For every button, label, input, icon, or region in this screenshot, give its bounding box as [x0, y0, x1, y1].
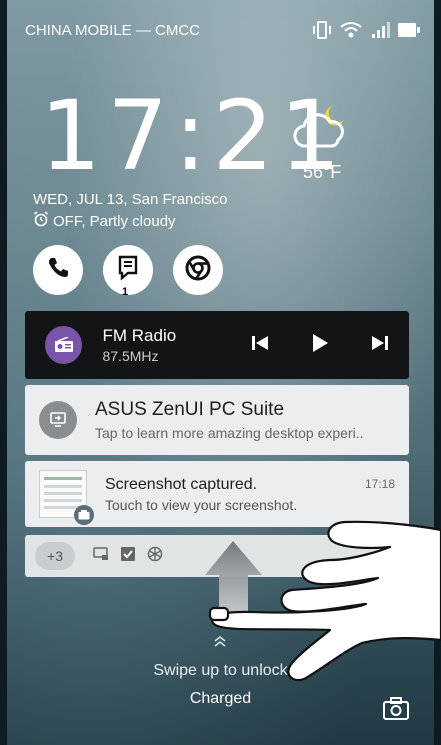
more-notification-icons — [93, 546, 163, 567]
chrome-shortcut[interactable] — [173, 245, 223, 295]
screenshot-thumbnail — [39, 470, 94, 525]
notification-body: Touch to view your screenshot. — [105, 496, 298, 513]
fm-radio-notification[interactable]: FM Radio 87.5MHz — [25, 311, 409, 379]
fm-radio-info: FM Radio 87.5MHz — [102, 326, 211, 364]
carrier-name: CHINA MOBILE — CMCC — [25, 21, 201, 39]
phone-icon — [46, 256, 70, 285]
media-controls — [251, 333, 389, 358]
alarm-weather-line: OFF, Partly cloudy — [33, 211, 176, 231]
signal-icon — [370, 21, 390, 39]
date-location: WED, JUL 13, San Francisco — [33, 191, 228, 208]
messages-badge: 1 — [122, 286, 129, 298]
vibrate-icon — [312, 21, 332, 39]
status-bar: CHINA MOBILE — CMCC — [7, 0, 434, 60]
radio-icon — [45, 326, 83, 364]
chrome-icon — [185, 255, 211, 286]
wifi-icon — [340, 21, 362, 39]
weather-temperature: 56°F — [303, 162, 342, 182]
notification-time: 17:18 — [364, 477, 395, 491]
cast-icon — [93, 546, 109, 566]
swipe-up-chevron-icon — [213, 634, 227, 651]
checkbox-icon — [121, 546, 135, 566]
gallery-icon — [74, 505, 94, 525]
aperture-icon — [147, 546, 163, 567]
screenshot-notification-text: Screenshot captured. Touch to view your … — [105, 476, 365, 513]
asus-notification-text: ASUS ZenUI PC Suite Tap to learn more am… — [95, 399, 363, 441]
phone-shortcut[interactable] — [33, 245, 83, 295]
fm-radio-title: FM Radio — [102, 326, 177, 345]
battery-icon — [398, 23, 420, 37]
alarm-status: OFF, Partly cloudy — [53, 212, 176, 230]
notification-title: Screenshot captured. — [105, 475, 258, 493]
skip-next-icon[interactable] — [371, 334, 389, 357]
asus-pc-suite-notification[interactable]: ASUS ZenUI PC Suite Tap to learn more am… — [25, 385, 409, 455]
notification-title: ASUS ZenUI PC Suite — [95, 399, 285, 420]
app-shortcuts: 1 — [33, 245, 223, 298]
messages-icon — [116, 255, 140, 286]
lock-screen: CHINA MOBILE — CMCC 17:21 56°F WED, JUL … — [7, 0, 434, 745]
camera-icon[interactable] — [382, 697, 410, 726]
screenshot-notification[interactable]: Screenshot captured. Touch to view your … — [25, 461, 409, 527]
charging-status: Charged — [189, 690, 252, 707]
skip-previous-icon[interactable] — [251, 334, 269, 357]
more-notifications-bar[interactable]: +3 — [25, 535, 409, 577]
notification-body: Tap to learn more amazing desktop experi… — [95, 425, 364, 441]
play-icon[interactable] — [311, 333, 329, 358]
status-icons — [312, 21, 420, 39]
messages-shortcut[interactable]: 1 — [103, 245, 153, 298]
partly-cloudy-night-icon — [292, 100, 352, 161]
swipe-hint: Swipe up to unlock — [153, 662, 288, 679]
alarm-clock-icon — [33, 211, 49, 231]
pc-suite-icon — [39, 401, 77, 439]
more-notifications-count: +3 — [35, 542, 75, 570]
fm-radio-frequency: 87.5MHz — [102, 348, 159, 364]
